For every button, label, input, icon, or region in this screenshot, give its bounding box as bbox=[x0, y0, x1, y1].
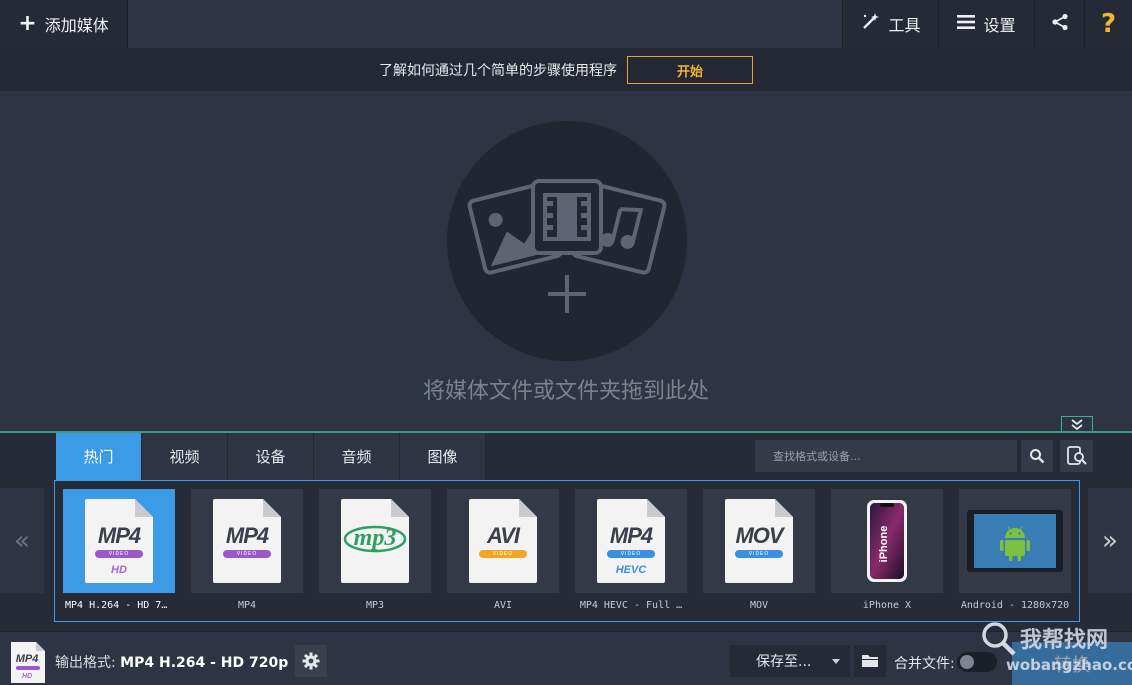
avi-icon: AVI VIDEO bbox=[467, 497, 539, 585]
tab-devices[interactable]: 设备 bbox=[228, 433, 314, 480]
format-tile-mov[interactable]: MOV VIDEO MOV bbox=[703, 489, 815, 611]
media-files-icon bbox=[467, 179, 667, 313]
search-icon bbox=[1030, 449, 1045, 464]
format-tile-bg: MP4 VIDEO HEVC bbox=[575, 489, 687, 593]
format-label: MP4 bbox=[237, 600, 257, 611]
drop-hint-text: 将媒体文件或文件夹拖到此处 bbox=[422, 379, 709, 404]
help-button[interactable]: ? bbox=[1084, 0, 1132, 48]
scroll-right-button[interactable]: » bbox=[1088, 488, 1132, 593]
format-tile-mp4-hevc[interactable]: MP4 VIDEO HEVC MP4 HEVC - Full … bbox=[575, 489, 687, 611]
top-toolbar: + 添加媒体 工具 设置 ? bbox=[0, 0, 1132, 49]
format-label: AVI bbox=[493, 600, 513, 611]
format-settings-button[interactable] bbox=[295, 645, 327, 677]
settings-button[interactable]: 设置 bbox=[938, 0, 1034, 48]
mp3-icon: mp3 bbox=[339, 497, 411, 585]
iphone-icon: iPhone bbox=[867, 500, 907, 582]
format-tile-mp3[interactable]: mp3 MP3 bbox=[319, 489, 431, 611]
format-tile-avi[interactable]: AVI VIDEO AVI bbox=[447, 489, 559, 611]
tab-video[interactable]: 视频 bbox=[142, 433, 228, 480]
format-tile-bg: MOV VIDEO bbox=[703, 489, 815, 593]
share-icon bbox=[1051, 13, 1069, 35]
mp4-hevc-icon: MP4 VIDEO HEVC bbox=[595, 497, 667, 585]
add-media-circle[interactable] bbox=[447, 121, 687, 361]
banner-text: 了解如何通过几个简单的步骤使用程序 bbox=[379, 63, 617, 79]
folder-icon bbox=[862, 655, 878, 667]
save-to-dropdown[interactable]: 保存至... bbox=[730, 645, 850, 677]
format-label: MP4 H.264 - HD 7… bbox=[65, 600, 168, 611]
format-grid: MP4 VIDEO HD MP4 H.264 - HD 7… MP4 VIDEO… bbox=[54, 480, 1080, 622]
double-chevron-down-icon bbox=[1071, 418, 1083, 430]
tab-popular[interactable]: 热门 bbox=[56, 433, 142, 480]
detect-device-button[interactable] bbox=[1060, 440, 1093, 472]
format-tile-bg: mp3 bbox=[319, 489, 431, 593]
format-tile-bg: iPhone bbox=[831, 489, 943, 593]
output-format-prefix: 输出格式: bbox=[55, 655, 116, 671]
merge-files-toggle[interactable] bbox=[957, 652, 997, 672]
toggle-knob bbox=[960, 655, 974, 669]
merge-files-label: 合并文件: bbox=[894, 656, 955, 672]
output-format-text[interactable]: 输出格式: MP4 H.264 - HD 720p bbox=[55, 652, 288, 672]
format-label: MP4 HEVC - Full … bbox=[579, 600, 683, 611]
format-label: MOV bbox=[749, 600, 769, 611]
convert-button[interactable]: 转换 bbox=[1012, 642, 1132, 685]
settings-label: 设置 bbox=[983, 16, 1016, 35]
mp4-hd-icon: MP4 VIDEO HD bbox=[83, 497, 155, 585]
menu-icon bbox=[957, 14, 976, 34]
magic-wand-icon bbox=[860, 12, 880, 36]
tools-label: 工具 bbox=[888, 16, 921, 35]
start-button[interactable]: 开始 bbox=[627, 56, 753, 84]
tools-button[interactable]: 工具 bbox=[842, 0, 938, 48]
format-tabs: 热门 视频 设备 音频 图像 bbox=[56, 433, 486, 480]
output-format-icon[interactable]: MP4 HD bbox=[10, 640, 46, 684]
format-tile-bg: MP4 VIDEO HD bbox=[63, 489, 175, 593]
save-to-label: 保存至... bbox=[756, 654, 812, 670]
toolbar-right-group: 工具 设置 ? bbox=[842, 0, 1132, 48]
format-tile-bg: MP4 VIDEO bbox=[191, 489, 303, 593]
format-tile-iphone-x[interactable]: iPhone iPhone X bbox=[831, 489, 943, 611]
bottom-bar: MP4 HD 输出格式: MP4 H.264 - HD 720p 保存至... 合… bbox=[0, 622, 1132, 685]
open-folder-button[interactable] bbox=[854, 645, 886, 677]
share-button[interactable] bbox=[1034, 0, 1084, 48]
help-icon: ? bbox=[1100, 9, 1117, 39]
format-tile-bg bbox=[959, 489, 1071, 593]
add-media-button[interactable]: + 添加媒体 bbox=[0, 0, 128, 48]
svg-text:HD: HD bbox=[22, 673, 32, 680]
format-tile-bg: AVI VIDEO bbox=[447, 489, 559, 593]
search-button[interactable] bbox=[1021, 440, 1053, 472]
collapse-panel-button[interactable] bbox=[1061, 416, 1093, 432]
format-tile-mp4[interactable]: MP4 VIDEO MP4 bbox=[191, 489, 303, 611]
plus-icon: + bbox=[18, 11, 37, 36]
mp4-icon: MP4 VIDEO bbox=[211, 497, 283, 585]
tab-images[interactable]: 图像 bbox=[400, 433, 486, 480]
format-panel: 热门 视频 设备 音频 图像 查找格式或设备... « » MP4 VIDEO … bbox=[0, 433, 1132, 631]
android-tablet-icon bbox=[967, 510, 1063, 572]
mov-icon: MOV VIDEO bbox=[723, 497, 795, 585]
tab-audio[interactable]: 音频 bbox=[314, 433, 400, 480]
format-tile-android[interactable]: Android - 1280x720 bbox=[959, 489, 1071, 611]
tutorial-banner: 了解如何通过几个简单的步骤使用程序 开始 bbox=[0, 49, 1132, 91]
format-label: Android - 1280x720 bbox=[960, 600, 1070, 611]
svg-text:MP4: MP4 bbox=[16, 653, 39, 665]
gear-icon bbox=[302, 652, 320, 670]
drop-zone[interactable]: 将媒体文件或文件夹拖到此处 bbox=[0, 91, 1132, 432]
output-format-value: MP4 H.264 - HD 720p bbox=[120, 655, 289, 671]
svg-text:iPhone: iPhone bbox=[878, 526, 890, 563]
caret-down-icon bbox=[832, 659, 840, 664]
device-search-icon bbox=[1066, 446, 1087, 465]
scroll-left-button[interactable]: « bbox=[0, 488, 44, 593]
add-media-label: 添加媒体 bbox=[44, 16, 109, 35]
format-label: iPhone X bbox=[862, 600, 912, 611]
format-label: MP3 bbox=[365, 600, 385, 611]
format-search-input[interactable]: 查找格式或设备... bbox=[755, 440, 1017, 472]
format-tile-mp4-hd[interactable]: MP4 VIDEO HD MP4 H.264 - HD 7… bbox=[63, 489, 175, 611]
